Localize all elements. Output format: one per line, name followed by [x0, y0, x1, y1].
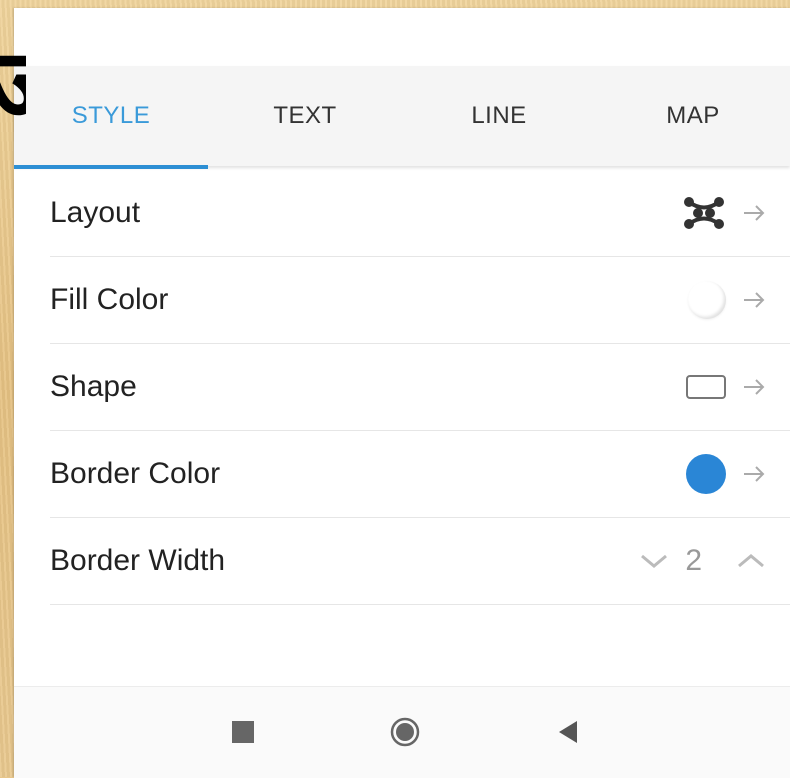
border-width-label: Border Width [50, 544, 226, 577]
chevron-down-icon[interactable] [639, 551, 669, 571]
border-width-value: 2 [685, 544, 702, 577]
border-color-label: Border Color [50, 457, 221, 490]
tab-bar: STYLE TEXT LINE MAP [14, 66, 790, 169]
recents-square-icon[interactable] [228, 717, 258, 747]
rounded-rectangle-icon [686, 375, 726, 399]
overlay-devanagari-glyph: ज [0, 34, 26, 138]
layout-network-icon [684, 197, 724, 229]
back-triangle-icon[interactable] [552, 717, 582, 747]
fill-color-label: Fill Color [50, 283, 169, 316]
tab-text[interactable]: TEXT [208, 66, 402, 166]
fill-color-swatch [688, 281, 726, 319]
border-width-row: Border Width 2 [50, 518, 790, 605]
settings-list: Layout Fill Color Shape Border Color Bor… [50, 170, 790, 605]
fill-color-row[interactable]: Fill Color [50, 257, 790, 344]
border-color-swatch [686, 454, 726, 494]
border-width-stepper: 2 [639, 518, 766, 604]
layout-row[interactable]: Layout [50, 170, 790, 257]
chevron-up-icon[interactable] [736, 551, 766, 571]
shape-label: Shape [50, 370, 137, 403]
home-circle-icon[interactable] [390, 717, 420, 747]
arrow-right-icon [744, 466, 765, 482]
layout-label: Layout [50, 196, 141, 229]
arrow-right-icon [744, 292, 765, 308]
arrow-right-icon [744, 205, 765, 221]
border-color-row[interactable]: Border Color [50, 431, 790, 518]
tab-map[interactable]: MAP [596, 66, 790, 166]
shape-row[interactable]: Shape [50, 344, 790, 431]
tab-line[interactable]: LINE [402, 66, 596, 166]
arrow-right-icon [744, 379, 765, 395]
top-blank-area [14, 8, 790, 64]
style-panel: STYLE TEXT LINE MAP Layout Fill Color Sh… [14, 8, 790, 778]
system-nav-bar [14, 686, 790, 778]
tab-style[interactable]: STYLE [14, 66, 208, 169]
